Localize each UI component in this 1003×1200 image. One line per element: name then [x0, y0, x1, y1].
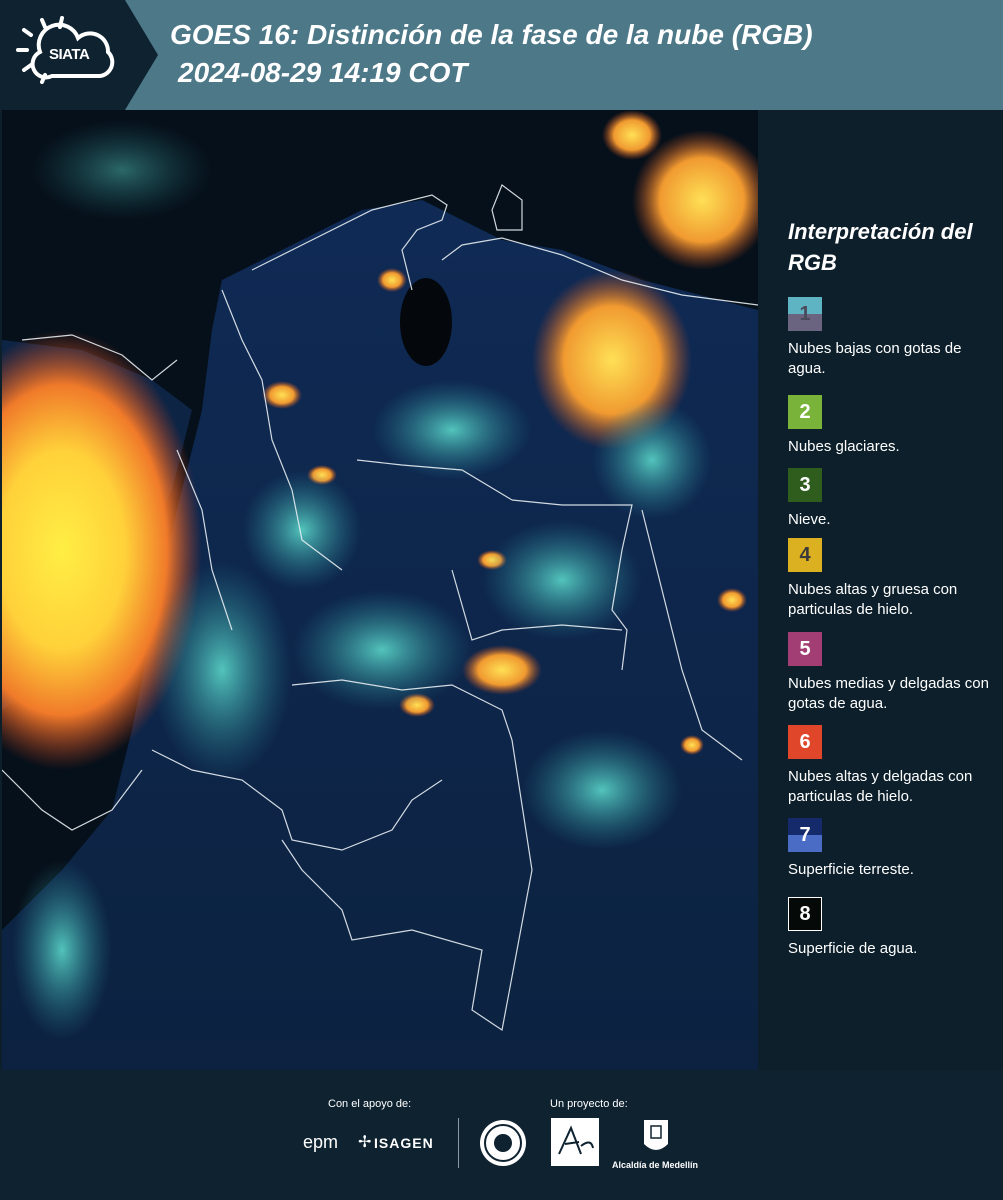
legend-label-5: Nubes medias y delgadas con gotas de agu…	[788, 675, 989, 712]
legend-swatch-5: 5	[788, 632, 822, 666]
legend-label-2: Nubes glaciares.	[788, 438, 900, 455]
epm-logo: epm	[303, 1132, 339, 1152]
legend-swatch-7: 7	[788, 818, 822, 852]
legend-item-6: 6 Nubes altas y delgadas con particulas …	[788, 725, 993, 807]
legend-item-1: 1 Nubes bajas con gotas de agua.	[788, 297, 993, 379]
siata-logo-text: SIATA	[49, 46, 90, 63]
legend-panel: Interpretación del RGB 1 Nubes bajas con…	[760, 110, 1003, 1070]
legend-item-7: 7 Superficie terreste.	[788, 818, 993, 880]
legend-title: Interpretación del RGB	[788, 219, 973, 275]
legend-swatch-8: 8	[788, 897, 822, 931]
area-metropolitana-name: Área Metropolitana	[600, 1118, 601, 1119]
legend-item-5: 5 Nubes medias y delgadas con gotas de a…	[788, 632, 993, 714]
isagen-logo: ISAGEN	[374, 1135, 434, 1151]
legend-label-1: Nubes bajas con gotas de agua.	[788, 340, 962, 377]
page-title: GOES 16: Distinción de la fase de la nub…	[170, 16, 813, 92]
satellite-image	[2, 110, 758, 1070]
legend-swatch-2: 2	[788, 395, 822, 429]
area-metropolitana-logo-icon	[551, 1118, 599, 1166]
legend-item-3: 3 Nieve.	[788, 468, 993, 530]
title-line-1: GOES 16: Distinción de la fase de la nub…	[170, 19, 813, 50]
legend-swatch-3: 3	[788, 468, 822, 502]
support-label: Con el apoyo de:	[328, 1098, 412, 1110]
satellite-map	[2, 110, 758, 1070]
header-bar: SIATA GOES 16: Distinción de la fase de …	[0, 0, 1003, 110]
footer-bar: Con el apoyo de: Un proyecto de: epm ✢ I…	[0, 1070, 1003, 1200]
footer-divider	[458, 1118, 459, 1168]
alcaldia-medellin-label: Alcaldía de Medellín	[612, 1160, 699, 1170]
legend-swatch-6: 6	[788, 725, 822, 759]
legend-label-6: Nubes altas y delgadas con particulas de…	[788, 768, 973, 805]
legend-label-8: Superficie de agua.	[788, 940, 918, 957]
legend-item-2: 2 Nubes glaciares.	[788, 395, 993, 457]
siata-seal-icon	[480, 1120, 526, 1166]
isagen-icon: ✢	[358, 1134, 372, 1151]
legend-item-4: 4 Nubes altas y gruesa con particulas de…	[788, 538, 993, 620]
medellin-crest-icon	[644, 1120, 668, 1150]
legend-label-3: Nieve.	[788, 511, 831, 528]
project-label: Un proyecto de:	[550, 1098, 628, 1110]
legend-label-7: Superficie terreste.	[788, 861, 914, 878]
legend-label-4: Nubes altas y gruesa con particulas de h…	[788, 581, 958, 618]
legend-swatch-1: 1	[788, 297, 822, 331]
legend-item-8: 8 Superficie de agua.	[788, 897, 993, 959]
title-line-2: 2024-08-29 14:19 COT	[178, 57, 468, 88]
legend-swatch-4: 4	[788, 538, 822, 572]
siata-logo: SIATA	[0, 0, 158, 110]
